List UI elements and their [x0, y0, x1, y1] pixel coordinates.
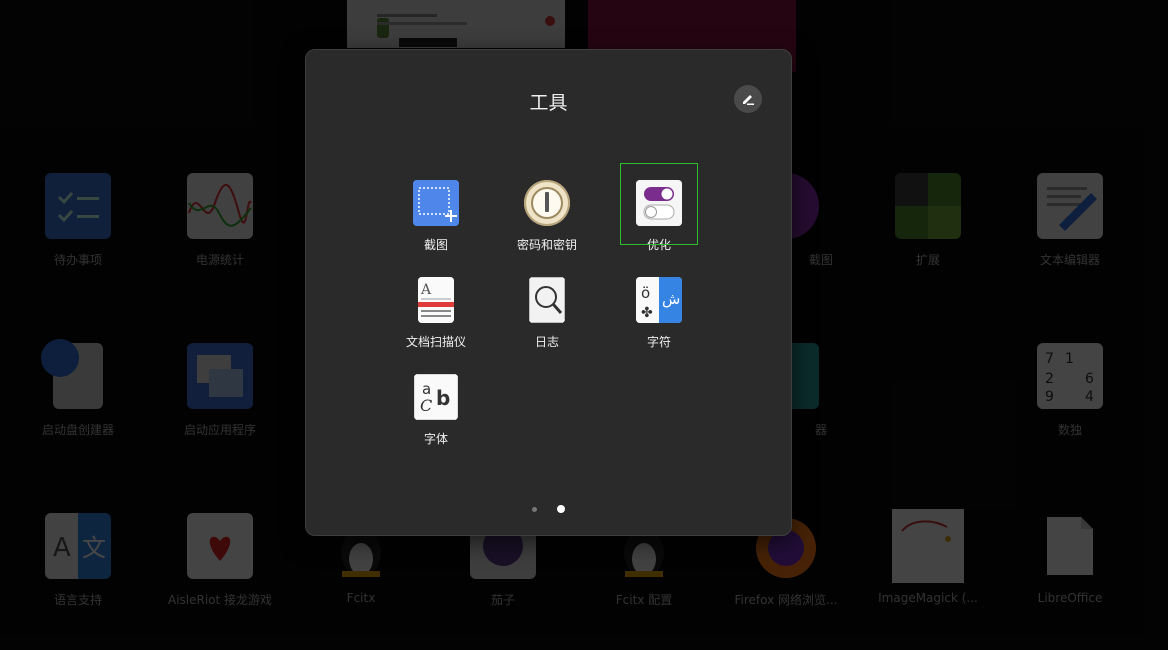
app-label: 语言支持	[53, 593, 102, 607]
app-startup-disk-creator[interactable]: 启动盘创建器	[8, 339, 148, 438]
app-document-scanner[interactable]: A 文档扫描仪	[386, 277, 486, 350]
app-label: 密码和密钥	[516, 238, 577, 252]
magnifier-icon	[529, 277, 565, 323]
app-label: 启动盘创建器	[41, 423, 114, 437]
cards-icon	[187, 513, 253, 579]
app-label: LibreOffice	[1037, 591, 1103, 605]
fonts-icon: a C b	[414, 374, 458, 420]
app-power-statistics[interactable]: 电源统计	[150, 173, 290, 268]
app-label: 字符	[646, 335, 671, 349]
svg-text:ش: ش	[662, 290, 680, 308]
svg-text:文: 文	[82, 534, 106, 562]
workspace-thumbnail[interactable]	[347, 0, 565, 48]
app-imagemagick[interactable]: ImageMagick (...	[858, 509, 998, 605]
sudoku-icon: 712 6 9 4	[1037, 343, 1103, 409]
app-label: Fcitx 配置	[615, 593, 673, 607]
power-graph-icon	[187, 173, 253, 239]
app-extensions[interactable]: 扩展	[858, 173, 998, 268]
screenshot-icon	[413, 180, 459, 226]
app-tweaks[interactable]: 优化	[609, 163, 709, 253]
app-label: 日志	[534, 335, 559, 349]
svg-text:1: 1	[1065, 351, 1074, 367]
app-language-support[interactable]: A文 语言支持	[8, 513, 148, 608]
svg-text:7: 7	[1045, 351, 1054, 367]
language-icon: A文	[45, 513, 111, 579]
app-label: 字体	[423, 432, 448, 446]
rename-folder-button[interactable]	[734, 85, 762, 113]
characters-icon: ö ✤ ش	[636, 277, 682, 323]
page-dot-1[interactable]	[532, 506, 537, 512]
puzzle-icon	[895, 173, 961, 239]
svg-text:A: A	[53, 533, 71, 563]
svg-text:4: 4	[1085, 389, 1094, 405]
svg-text:9: 9	[1045, 389, 1054, 405]
page-dot-2[interactable]	[557, 505, 565, 513]
folder-title[interactable]: 工具	[306, 88, 791, 115]
imagemagick-icon	[892, 509, 964, 583]
app-sudoku[interactable]: 712 6 9 4 数独	[1000, 343, 1140, 438]
app-label: Firefox 网络浏览...	[734, 593, 838, 607]
keyring-icon	[524, 180, 570, 226]
app-logs[interactable]: 日志	[497, 277, 597, 350]
toggle-switches-icon	[636, 180, 682, 226]
startup-apps-icon	[187, 343, 253, 409]
app-label: 文档扫描仪	[405, 335, 466, 349]
app-label: AisleRiot 接龙游戏	[167, 593, 273, 607]
app-text-editor[interactable]: 文本编辑器	[1000, 173, 1140, 268]
svg-text:C: C	[420, 396, 432, 415]
app-label: 文本编辑器	[1039, 253, 1100, 267]
app-libreoffice[interactable]: LibreOffice	[1000, 513, 1140, 605]
svg-text:2: 2	[1045, 371, 1054, 387]
app-label: 启动应用程序	[183, 423, 256, 437]
app-label: 截图	[423, 238, 448, 252]
svg-text:ö: ö	[641, 284, 650, 302]
pencil-icon	[743, 95, 754, 105]
app-label: 扩展	[915, 253, 940, 267]
app-fonts[interactable]: a C b 字体	[386, 374, 486, 447]
app-label: 电源统计	[195, 253, 244, 267]
text-editor-icon	[1037, 173, 1103, 239]
app-label: ImageMagick (...	[878, 591, 978, 605]
scanner-icon: A	[418, 277, 454, 323]
download-icon	[41, 339, 79, 377]
app-aisleriot[interactable]: AisleRiot 接龙游戏	[150, 513, 290, 608]
app-screenshot[interactable]: 截图	[386, 180, 486, 253]
app-todo[interactable]: 待办事项	[8, 173, 148, 268]
app-label: 数独	[1057, 423, 1082, 437]
app-startup-applications[interactable]: 启动应用程序	[150, 343, 290, 438]
svg-text:b: b	[436, 386, 450, 410]
app-characters[interactable]: ö ✤ ش 字符	[609, 277, 709, 350]
app-label: 茄子	[490, 593, 515, 607]
app-passwords-and-keys[interactable]: 密码和密钥	[497, 180, 597, 253]
app-label: 优化	[646, 238, 671, 252]
libreoffice-icon	[1037, 513, 1103, 579]
svg-text:6: 6	[1085, 371, 1094, 387]
app-label: Fcitx	[346, 591, 376, 605]
page-indicator	[306, 505, 791, 513]
todo-icon	[45, 173, 111, 239]
svg-text:✤: ✤	[641, 305, 653, 321]
svg-text:A: A	[420, 282, 432, 298]
app-label: 待办事项	[53, 253, 102, 267]
app-folder-popup: 工具 截图 密码和密钥 优化 A 文档扫描仪 日志 ö ✤ ش 字符 a C b…	[305, 49, 792, 536]
